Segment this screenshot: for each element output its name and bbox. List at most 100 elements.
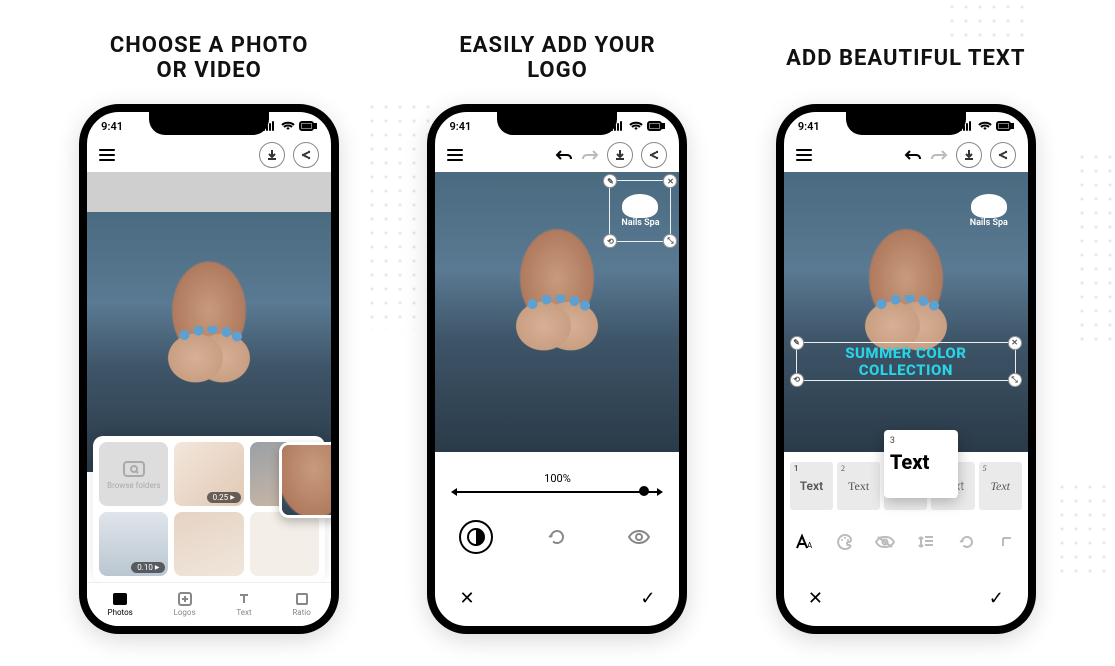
logo-graphic	[622, 194, 658, 218]
action-row: ✕ ✓	[784, 580, 1028, 616]
logo-graphic	[971, 194, 1007, 218]
font-tile-5[interactable]: 5 Text	[979, 462, 1022, 510]
panel-choose-photo: CHOOSE A PHOTO OR VIDEO 9:41	[60, 30, 358, 634]
size-slider[interactable]: 100%	[455, 462, 659, 502]
battery-icon	[647, 121, 665, 131]
handle-scale[interactable]: ⤡	[1008, 373, 1022, 387]
redo-button[interactable]	[930, 148, 948, 162]
confirm-button[interactable]: ✓	[989, 588, 1004, 609]
font-tile-1[interactable]: 1 Text	[790, 462, 833, 510]
tab-photos[interactable]: Photos	[108, 592, 133, 617]
handle-edit[interactable]: ✎	[603, 174, 617, 188]
tab-logos-label: Logos	[174, 608, 196, 617]
gallery-thumb-1[interactable]: 0.25	[174, 442, 243, 506]
folder-search-icon	[123, 459, 145, 477]
tool-opacity[interactable]	[459, 520, 493, 554]
action-row: ✕ ✓	[435, 580, 679, 616]
font-num: 5	[983, 464, 987, 473]
handle-close[interactable]: ✕	[1008, 336, 1022, 350]
photo-nails	[522, 295, 592, 325]
wifi-icon	[978, 121, 992, 131]
browse-folders-tile[interactable]: Browse folders	[99, 442, 168, 506]
status-icons	[611, 121, 665, 131]
menu-button[interactable]	[99, 149, 115, 161]
phone-2: 9:41	[427, 104, 687, 634]
share-button[interactable]	[641, 142, 667, 168]
photo-canvas[interactable]	[87, 212, 331, 472]
font-popup[interactable]: 3 Text	[884, 430, 958, 498]
download-button[interactable]	[956, 142, 982, 168]
tab-ratio-label: Ratio	[292, 608, 310, 617]
battery-icon	[996, 121, 1014, 131]
gallery-thumb-5[interactable]	[250, 512, 319, 576]
logo-overlay-static: Nails Spa	[958, 180, 1020, 242]
video-badge: 0.25	[207, 492, 241, 503]
slider-track[interactable]	[455, 491, 659, 493]
text-overlay[interactable]: SUMMER COLOR COLLECTION ✎ ✕ ⟲ ⤡	[796, 342, 1016, 381]
tool-color[interactable]	[831, 528, 859, 556]
status-time: 9:41	[798, 120, 820, 133]
heading-logo: EASILY ADD YOUR LOGO	[459, 30, 655, 86]
text-line2: COLLECTION	[797, 362, 1015, 379]
font-tile-2[interactable]: 2 Text	[837, 462, 880, 510]
gallery-grid: Browse folders 0.25 0.10	[93, 436, 325, 582]
ratio-icon	[295, 592, 309, 606]
video-badge: 0.10	[131, 562, 165, 573]
phone-3: 9:41	[776, 104, 1036, 634]
tool-visibility[interactable]	[622, 520, 656, 554]
undo-button[interactable]	[555, 148, 573, 162]
text-icon	[237, 592, 251, 606]
share-button[interactable]	[990, 142, 1016, 168]
status-icons	[960, 121, 1014, 131]
tab-text[interactable]: Text	[236, 592, 251, 617]
tool-shadow[interactable]	[871, 528, 899, 556]
confirm-button[interactable]: ✓	[640, 588, 655, 609]
cancel-button[interactable]: ✕	[808, 588, 823, 609]
font-num: 1	[794, 464, 799, 473]
tool-font[interactable]: A	[790, 528, 818, 556]
photo-canvas[interactable]: Nails Spa SUMMER COLOR COLLECTION ✎ ✕ ⟲ …	[784, 172, 1028, 452]
wifi-icon	[629, 121, 643, 131]
font-sample: Text	[990, 479, 1010, 494]
photo-nails	[174, 326, 244, 356]
share-button[interactable]	[293, 142, 319, 168]
redo-button[interactable]	[581, 148, 599, 162]
top-bar	[784, 138, 1028, 172]
menu-button[interactable]	[796, 149, 812, 161]
tab-logos[interactable]: Logos	[174, 592, 196, 617]
cancel-button[interactable]: ✕	[459, 588, 474, 609]
download-button[interactable]	[259, 142, 285, 168]
gallery-thumb-4[interactable]	[174, 512, 243, 576]
tab-ratio[interactable]: Ratio	[292, 592, 310, 617]
phone-1: 9:41	[79, 104, 339, 634]
photos-icon	[112, 592, 128, 606]
browse-label: Browse folders	[107, 481, 160, 490]
panel-add-logo: EASILY ADD YOUR LOGO 9:41	[408, 30, 706, 634]
text-tool-row: A	[784, 522, 1028, 562]
notch	[497, 111, 617, 135]
tool-more[interactable]	[993, 528, 1021, 556]
handle-rotate[interactable]: ⟲	[790, 373, 804, 387]
undo-button[interactable]	[904, 148, 922, 162]
photo-nails	[871, 295, 941, 325]
handle-edit[interactable]: ✎	[790, 336, 804, 350]
logo-overlay[interactable]: Nails Spa ✎ ✕ ⟲ ⤡	[609, 180, 671, 242]
download-button[interactable]	[607, 142, 633, 168]
gallery-thumb-2[interactable]	[250, 442, 319, 506]
tool-rotate[interactable]	[540, 520, 574, 554]
menu-button[interactable]	[447, 149, 463, 161]
logo-label: Nails Spa	[970, 218, 1008, 228]
slider-handle[interactable]	[639, 486, 649, 496]
tool-rotate[interactable]	[953, 528, 981, 556]
wifi-icon	[281, 121, 295, 131]
font-popup-num: 3	[890, 436, 952, 446]
bottom-tabbar: Photos Logos Text Ratio	[87, 582, 331, 626]
top-bar	[87, 138, 331, 172]
canvas-header	[87, 172, 331, 212]
photo-canvas[interactable]: Nails Spa ✎ ✕ ⟲ ⤡	[435, 172, 679, 452]
tool-spacing[interactable]	[912, 528, 940, 556]
font-num: 2	[841, 464, 845, 473]
status-time: 9:41	[449, 120, 471, 133]
logo-label: Nails Spa	[621, 218, 659, 228]
gallery-thumb-3[interactable]: 0.10	[99, 512, 168, 576]
